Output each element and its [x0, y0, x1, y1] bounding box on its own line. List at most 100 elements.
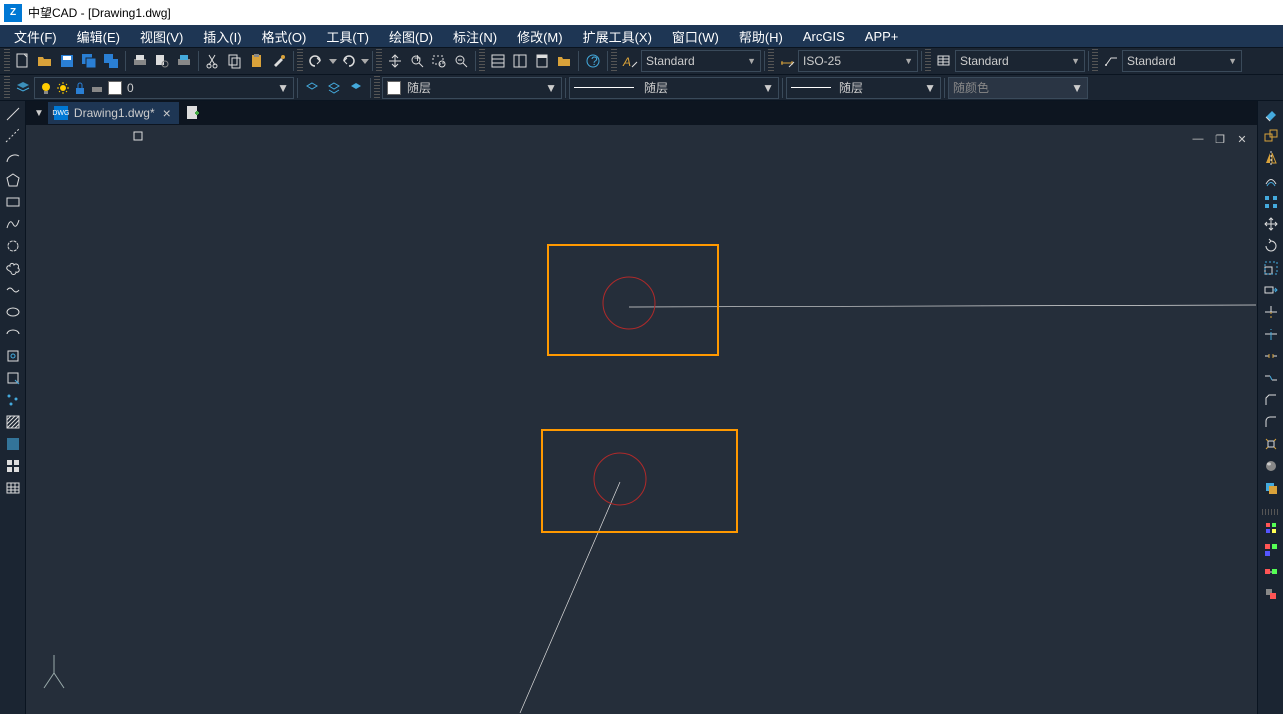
undo-button[interactable]: [305, 50, 327, 72]
table-style-dropdown[interactable]: Standard ▼: [955, 50, 1085, 72]
offset-tool[interactable]: [1259, 169, 1283, 191]
block-tool[interactable]: [1, 345, 25, 367]
menu-help[interactable]: 帮助(H): [729, 25, 793, 48]
menu-express[interactable]: 扩展工具(X): [573, 25, 662, 48]
toolbar-grip[interactable]: [376, 49, 382, 73]
drawing-canvas[interactable]: — ❐ ✕: [26, 125, 1257, 714]
design-center-button[interactable]: [509, 50, 531, 72]
toolbar-grip[interactable]: [479, 49, 485, 73]
pan-button[interactable]: [384, 50, 406, 72]
paste-button[interactable]: [246, 50, 268, 72]
menu-format[interactable]: 格式(O): [252, 25, 317, 48]
draworder-tool[interactable]: [1259, 477, 1283, 499]
tool-palettes-button[interactable]: [531, 50, 553, 72]
rectangle-tool[interactable]: [1, 191, 25, 213]
undo-dropdown[interactable]: [327, 50, 337, 72]
layer-walk-tool[interactable]: [1259, 539, 1283, 561]
save-button[interactable]: [56, 50, 78, 72]
fillet-tool[interactable]: [1259, 411, 1283, 433]
toolbar-grip[interactable]: [4, 49, 10, 73]
layer-manager-button[interactable]: [12, 77, 34, 99]
toolbar-grip[interactable]: [1262, 509, 1280, 515]
lineweight-dropdown[interactable]: 随层 ▼: [786, 77, 941, 99]
line-tool[interactable]: [1, 103, 25, 125]
help-button[interactable]: ?: [582, 50, 604, 72]
scale-tool[interactable]: [1259, 257, 1283, 279]
new-document-button[interactable]: [181, 102, 205, 124]
print-preview-button[interactable]: [151, 50, 173, 72]
zoom-previous-button[interactable]: [450, 50, 472, 72]
linetype-dropdown[interactable]: 随层 ▼: [569, 77, 779, 99]
close-tab-button[interactable]: ×: [161, 105, 173, 121]
insert-block-tool[interactable]: [1, 367, 25, 389]
table-tool[interactable]: [1, 477, 25, 499]
redo-button[interactable]: [337, 50, 359, 72]
print-button[interactable]: [129, 50, 151, 72]
ellipse-arc-tool[interactable]: [1, 323, 25, 345]
array-tool[interactable]: [1259, 191, 1283, 213]
dim-style-icon[interactable]: [776, 50, 798, 72]
mleader-style-dropdown[interactable]: Standard ▼: [1122, 50, 1242, 72]
menu-draw[interactable]: 绘图(D): [379, 25, 443, 48]
menu-modify[interactable]: 修改(M): [507, 25, 573, 48]
cut-button[interactable]: [202, 50, 224, 72]
stretch-tool[interactable]: [1259, 279, 1283, 301]
tab-dropdown-icon[interactable]: ▼: [30, 108, 48, 119]
redo-dropdown[interactable]: [359, 50, 369, 72]
gradient-tool[interactable]: [1, 433, 25, 455]
toolbar-grip[interactable]: [374, 76, 380, 100]
text-style-dropdown[interactable]: Standard ▼: [641, 50, 761, 72]
wave-tool[interactable]: [1, 279, 25, 301]
move-tool[interactable]: [1259, 213, 1283, 235]
open-button[interactable]: [34, 50, 56, 72]
menu-view[interactable]: 视图(V): [130, 25, 193, 48]
close-window-button[interactable]: ✕: [1233, 131, 1251, 147]
layer-merge-tool[interactable]: [1259, 561, 1283, 583]
layer-iso-button[interactable]: [301, 77, 323, 99]
toolbar-grip[interactable]: [4, 76, 10, 100]
mleader-style-icon[interactable]: [1100, 50, 1122, 72]
plotstyle-dropdown[interactable]: 随颜色 ▼: [948, 77, 1088, 99]
join-tool[interactable]: [1259, 367, 1283, 389]
menu-insert[interactable]: 插入(I): [193, 25, 251, 48]
saveall-button[interactable]: [100, 50, 122, 72]
publish-button[interactable]: [173, 50, 195, 72]
menu-edit[interactable]: 编辑(E): [67, 25, 130, 48]
menu-appplus[interactable]: APP+: [855, 27, 909, 46]
toolbar-grip[interactable]: [1092, 49, 1098, 73]
ellipse-tool[interactable]: [1, 301, 25, 323]
trim-tool[interactable]: [1259, 301, 1283, 323]
text-style-icon[interactable]: A: [619, 50, 641, 72]
toolbar-grip[interactable]: [768, 49, 774, 73]
menu-window[interactable]: 窗口(W): [662, 25, 729, 48]
layer-states-tool[interactable]: [1259, 517, 1283, 539]
document-tab[interactable]: DWG Drawing1.dwg* ×: [48, 102, 179, 124]
sheet-set-button[interactable]: [553, 50, 575, 72]
zoom-realtime-button[interactable]: +: [406, 50, 428, 72]
chamfer-tool[interactable]: [1259, 389, 1283, 411]
region-tool[interactable]: [1, 455, 25, 477]
extend-tool[interactable]: [1259, 323, 1283, 345]
menu-tools[interactable]: 工具(T): [316, 25, 379, 48]
restore-window-button[interactable]: ❐: [1211, 131, 1229, 147]
erase-tool[interactable]: [1259, 103, 1283, 125]
zoom-window-button[interactable]: [428, 50, 450, 72]
arc-tool[interactable]: [1, 147, 25, 169]
polygon-tool[interactable]: [1, 169, 25, 191]
hatch-tool[interactable]: [1, 411, 25, 433]
toolbar-grip[interactable]: [611, 49, 617, 73]
layer-prev-button[interactable]: [345, 77, 367, 99]
construction-line-tool[interactable]: [1, 125, 25, 147]
match-properties-button[interactable]: [268, 50, 290, 72]
point-tool[interactable]: [1, 389, 25, 411]
copy-button[interactable]: [224, 50, 246, 72]
circle-tool[interactable]: [1, 235, 25, 257]
mirror-tool[interactable]: [1259, 147, 1283, 169]
menu-dimension[interactable]: 标注(N): [443, 25, 507, 48]
revision-cloud-tool[interactable]: [1, 257, 25, 279]
color-dropdown[interactable]: 随层 ▼: [382, 77, 562, 99]
layer-delete-tool[interactable]: [1259, 583, 1283, 605]
minimize-window-button[interactable]: —: [1189, 131, 1207, 147]
dim-style-dropdown[interactable]: ISO-25 ▼: [798, 50, 918, 72]
copy-tool[interactable]: [1259, 125, 1283, 147]
